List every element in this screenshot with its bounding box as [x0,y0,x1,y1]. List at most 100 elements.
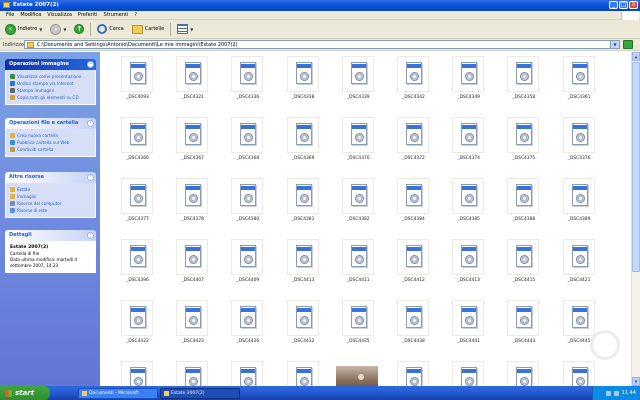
file-item[interactable]: _DSC4374 [439,115,494,175]
file-task-item[interactable]: Condividi cartella [10,146,92,153]
file-item[interactable]: _DSC4432 [274,298,329,358]
address-dropdown-icon[interactable]: ▼ [610,41,619,48]
file-item[interactable]: _DSC4435 [329,298,384,358]
image-task-item[interactable]: Ordina stampe via Internet [10,80,92,87]
chevron-down-icon[interactable]: ▼ [190,27,193,32]
file-view[interactable]: _DSC4093 _DSC4321 _DSC4336 _DSC4338 _DSC4339… [100,52,631,386]
file-item[interactable]: _DSC4361 [550,54,605,114]
file-item[interactable]: _DSC4369 [274,115,329,175]
place-item[interactable]: Estate [10,186,92,193]
file-item[interactable]: _DSC4396 [108,237,163,297]
file-item[interactable]: _DSC4366 [108,115,163,175]
collapse-icon[interactable]: ˄ [87,174,94,181]
file-item[interactable]: _DSC4413 [274,237,329,297]
address-input[interactable]: C:\Documents and Settings\Antonio\Docume… [24,40,620,49]
menu-tools[interactable]: Strumenti [104,12,129,18]
file-item[interactable] [550,359,605,386]
file-item[interactable]: _DSC4421 [550,237,605,297]
file-item[interactable]: _DSC4441 [439,298,494,358]
scroll-thumb[interactable] [632,62,640,272]
image-task-item[interactable]: Stampa immagini [10,87,92,94]
place-item[interactable]: Immagini [10,193,92,200]
file-item[interactable]: _DSC4358 [494,54,549,114]
menu-edit[interactable]: Modifica [20,12,41,18]
file-item[interactable] [108,359,163,386]
file-item[interactable]: _DSC4338 [274,54,329,114]
menu-file[interactable]: File [6,12,14,18]
volume-icon[interactable] [613,390,619,396]
file-item[interactable]: _DSC4407 [163,237,218,297]
file-item[interactable]: _DSC4409 [218,237,273,297]
vertical-scrollbar[interactable]: ▲ ▼ [631,52,640,386]
search-button[interactable]: Cerca [95,22,125,37]
details-header[interactable]: Dettagli ˄ [5,230,96,241]
file-item[interactable]: _DSC4438 [384,298,439,358]
file-item[interactable] [384,359,439,386]
start-button[interactable]: start [0,386,50,400]
file-item[interactable]: _DSC4411 [329,237,384,297]
collapse-icon[interactable]: ˄ [87,120,94,127]
file-item[interactable]: _DSC4385 [439,176,494,236]
file-item[interactable]: _DSC4378 [163,176,218,236]
collapse-icon[interactable]: ˄ [87,232,94,239]
file-item[interactable]: _DSC4443 [494,298,549,358]
chevron-down-icon[interactable]: ▼ [39,27,42,32]
file-item[interactable]: _DSC4339 [329,54,384,114]
file-item[interactable]: _DSC4412 [384,237,439,297]
menu-help[interactable]: ? [134,12,137,18]
maximize-button[interactable]: □ [619,1,628,9]
file-item[interactable]: _DSC4382 [329,176,384,236]
file-task-item[interactable]: Pubblica cartella sul Web [10,139,92,146]
file-item[interactable]: _DSC4375 [494,115,549,175]
folders-button[interactable]: Cartelle [130,22,167,37]
file-item[interactable]: _DSC4389 [550,176,605,236]
collapse-icon[interactable]: ˄ [87,61,94,68]
forward-button[interactable]: › ▼ [48,22,68,37]
file-item[interactable]: _DSC4321 [163,54,218,114]
file-item[interactable]: _DSC4376 [550,115,605,175]
scroll-up-icon[interactable]: ▲ [632,52,640,61]
file-item[interactable]: _DSC4349 [439,54,494,114]
file-item[interactable] [494,359,549,386]
file-item[interactable]: _DSC4370 [329,115,384,175]
go-button[interactable] [623,40,633,49]
file-item[interactable]: _DSC4372 [384,115,439,175]
file-item[interactable] [439,359,494,386]
file-item[interactable]: _DSC4381 [274,176,329,236]
file-item[interactable]: _DSC4384 [384,176,439,236]
file-item[interactable]: _DSC4342 [384,54,439,114]
place-item[interactable]: Risorse di rete [10,207,92,214]
file-item[interactable]: _DSC4422 [108,298,163,358]
image-task-item[interactable]: Visualizza come presentazione [10,73,92,80]
scroll-down-icon[interactable]: ▼ [632,377,640,386]
file-item[interactable]: _DSC4423 [163,298,218,358]
file-item[interactable]: _DSC4368 [218,115,273,175]
file-item[interactable]: _DSC4093 [108,54,163,114]
close-button[interactable]: x [629,1,638,9]
file-item[interactable]: _DSC4413 [439,237,494,297]
file-item[interactable] [218,359,273,386]
menu-favorites[interactable]: Preferiti [78,12,98,18]
file-item[interactable]: _DSC4388 [494,176,549,236]
file-tasks-header[interactable]: Operazioni file e cartella ˄ [5,118,96,129]
back-button[interactable]: ‹ Indietro ▼ [3,22,44,37]
file-item[interactable]: _DSC4426 [218,298,273,358]
file-task-item[interactable]: Crea nuova cartella [10,132,92,139]
taskbar-item-estate[interactable]: Estate 2007(2) [160,387,240,399]
other-places-header[interactable]: Altre risorse ˄ [5,172,96,183]
chevron-down-icon[interactable]: ▼ [63,27,66,32]
network-icon[interactable] [605,390,611,396]
taskbar-item-documents[interactable]: Documenti - Microsoft [78,387,158,399]
file-item[interactable]: _DSC4367 [163,115,218,175]
file-item[interactable]: _DSC4336 [218,54,273,114]
file-item[interactable]: _DSC4380 [218,176,273,236]
file-item[interactable]: _DSC4377 [108,176,163,236]
image-task-item[interactable]: Copia tutti gli elementi su CD [10,94,92,101]
minimize-button[interactable]: _ [609,1,618,9]
file-item[interactable] [274,359,329,386]
title-bar[interactable]: Estate 2007(2) _ □ x [0,0,640,11]
menu-view[interactable]: Visualizza [47,12,72,18]
file-item[interactable] [329,359,384,386]
place-item[interactable]: Risorse del computer [10,200,92,207]
image-tasks-header[interactable]: Operazioni immagine ˄ [5,59,96,70]
